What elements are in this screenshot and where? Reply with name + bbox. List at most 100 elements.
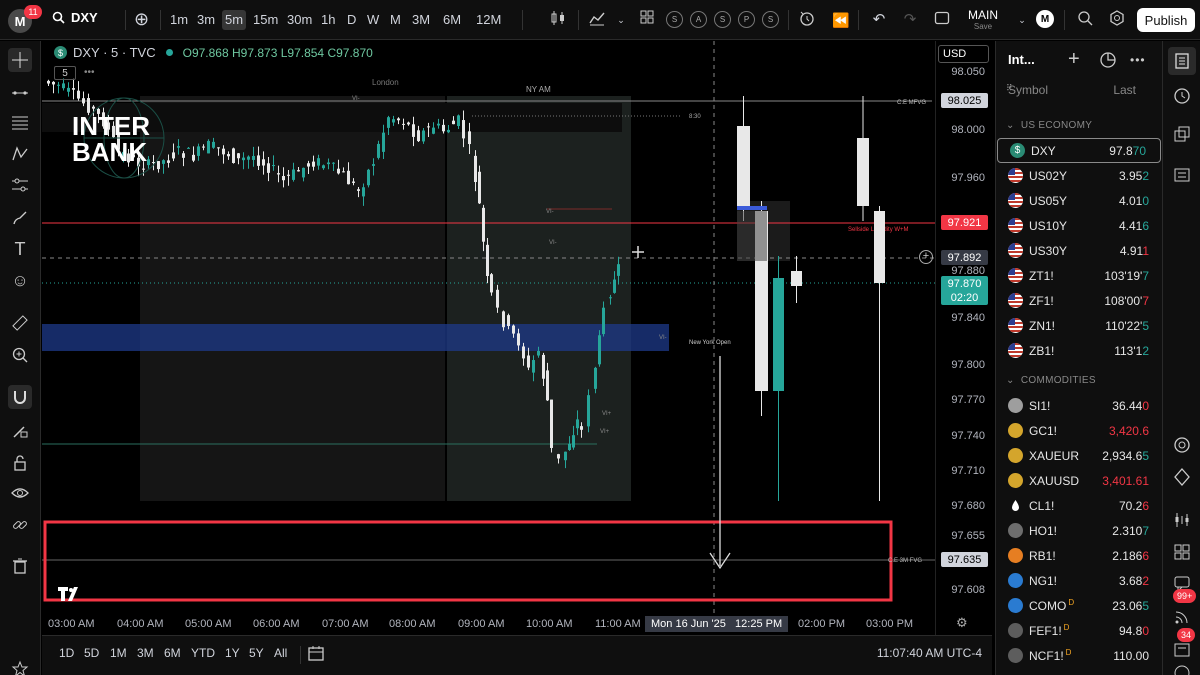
replay-s2-button[interactable]: S: [714, 11, 731, 28]
interval-1h[interactable]: 1h: [321, 10, 335, 30]
column-symbol[interactable]: Symbol: [1008, 83, 1048, 97]
brush-icon[interactable]: [8, 206, 32, 230]
replay-icon[interactable]: ⏪: [832, 10, 850, 30]
add-alert-plus-icon[interactable]: +: [919, 250, 933, 264]
watchlist-row[interactable]: ZB1! 113'12: [996, 338, 1163, 363]
favorites-star-icon[interactable]: [8, 657, 32, 675]
screener-icon[interactable]: [1172, 542, 1192, 562]
watchlist-row[interactable]: ZT1! 103'19'7: [996, 263, 1163, 288]
help-icon[interactable]: [1172, 663, 1192, 675]
time-axis[interactable]: 03:00 AM 04:00 AM 05:00 AM 06:00 AM 07:0…: [42, 613, 935, 635]
add-symbol-plus-icon[interactable]: +: [1068, 48, 1080, 71]
interval-w[interactable]: W: [367, 10, 379, 30]
pine-editor-icon[interactable]: [1172, 467, 1192, 487]
range-1m[interactable]: 1M: [110, 646, 127, 660]
section-us-economy[interactable]: ⌄ US ECONOMY: [1006, 120, 1092, 131]
replay-p-button[interactable]: P: [738, 11, 755, 28]
hotlist-icon[interactable]: [1172, 165, 1192, 185]
interval-30m[interactable]: 30m: [287, 10, 312, 30]
watchlist-row[interactable]: GC1! 3,420.6: [996, 418, 1163, 443]
pattern-icon[interactable]: [8, 142, 32, 166]
candles-icon[interactable]: [549, 10, 567, 30]
watchlist-row[interactable]: RB1! 2.1866: [996, 543, 1163, 568]
eye-icon[interactable]: [8, 481, 32, 505]
user-menu-avatar[interactable]: M: [1036, 10, 1054, 28]
interval-5m[interactable]: 5m: [222, 10, 247, 30]
watchlist-icon[interactable]: [1168, 47, 1196, 75]
watchlist-row[interactable]: FEF1! D 94.80: [996, 618, 1163, 643]
ruler-icon[interactable]: [8, 311, 32, 335]
fib-retracement-icon[interactable]: [8, 111, 32, 135]
watchlist-row[interactable]: HO1! 2.3107: [996, 518, 1163, 543]
replay-s-button[interactable]: S: [666, 11, 683, 28]
indicator-pill[interactable]: 5: [54, 66, 76, 80]
watchlist-row[interactable]: NG1! 3.682: [996, 568, 1163, 593]
price-axis[interactable]: 98.050 98.000 97.960 97.880 97.840 97.80…: [935, 41, 992, 635]
watchlist-row[interactable]: SI1! 36.440: [996, 393, 1163, 418]
interval-d[interactable]: D: [347, 10, 356, 30]
indicators-icon[interactable]: [588, 10, 606, 30]
interval-15m[interactable]: 15m: [253, 10, 278, 30]
alerts-clock-icon[interactable]: [1172, 86, 1192, 106]
watchlist-title[interactable]: Int...: [1008, 52, 1035, 67]
magnet-icon[interactable]: [8, 385, 32, 409]
range-6m[interactable]: 6M: [164, 646, 181, 660]
trend-line-icon[interactable]: [8, 81, 32, 105]
more-dots-icon[interactable]: •••: [84, 67, 95, 78]
chart-settings-gear-icon[interactable]: ⚙: [956, 615, 970, 630]
watchlist-row[interactable]: ZF1! 108'00'7: [996, 288, 1163, 313]
range-all[interactable]: All: [274, 646, 287, 660]
trash-icon[interactable]: [8, 554, 32, 578]
watchlist-row[interactable]: US02Y 3.952: [996, 163, 1163, 188]
advanced-view-icon[interactable]: [1099, 51, 1117, 72]
link-icon[interactable]: [8, 513, 32, 537]
interval-m[interactable]: M: [390, 10, 401, 30]
zoom-in-icon[interactable]: [8, 343, 32, 367]
range-3m[interactable]: 3M: [137, 646, 154, 660]
watchlist-row[interactable]: US10Y 4.416: [996, 213, 1163, 238]
currency-select[interactable]: USD: [938, 45, 989, 63]
watchlist-row[interactable]: XAUUSD 3,401.61: [996, 468, 1163, 493]
layout-grid-icon[interactable]: [638, 10, 656, 30]
watchlist-row[interactable]: NCF1! D 110.00: [996, 643, 1163, 668]
watchlist-row[interactable]: CL1! 70.26: [996, 493, 1163, 518]
range-5y[interactable]: 5Y: [249, 646, 264, 660]
column-last[interactable]: Last: [1113, 83, 1136, 97]
watchlist-row[interactable]: US05Y 4.010: [996, 188, 1163, 213]
replay-s3-button[interactable]: S: [762, 11, 779, 28]
redo-icon[interactable]: ↷: [901, 10, 919, 30]
settings-gear-icon[interactable]: [1108, 10, 1126, 30]
compare-add-icon[interactable]: ⊕: [134, 10, 149, 30]
interval-3m[interactable]: 3m: [197, 10, 215, 30]
symbol-legend[interactable]: $ DXY · 5 · TVC O97.868 H97.873 L97.854 …: [54, 45, 373, 60]
range-1d[interactable]: 1D: [59, 646, 74, 660]
quick-search-icon[interactable]: [1076, 10, 1094, 30]
lock-icon[interactable]: [8, 451, 32, 475]
watchlist-row[interactable]: ZN1! 110'22'5: [996, 313, 1163, 338]
layout-name-button[interactable]: MAIN Save: [968, 9, 998, 33]
watchlist-row[interactable]: COMO D 23.065: [996, 593, 1163, 618]
alert-clock-icon[interactable]: [798, 10, 816, 30]
crosshair-cursor-icon[interactable]: [8, 48, 32, 72]
chart-pane[interactable]: LondonNY AM8:30C.E MFVGSellside Liquidit…: [42, 41, 992, 635]
goto-date-icon[interactable]: [307, 644, 325, 665]
interval-12m[interactable]: 12M: [476, 10, 501, 30]
fullscreen-box-icon[interactable]: [933, 10, 951, 30]
publish-button[interactable]: Publish: [1137, 8, 1195, 32]
interval-1m[interactable]: 1m: [170, 10, 188, 30]
prediction-tools-icon[interactable]: [8, 173, 32, 197]
drawing-lock-pen-icon[interactable]: [8, 419, 32, 443]
chevron-down-icon[interactable]: ⌄: [1016, 10, 1028, 30]
interval-6m[interactable]: 6M: [443, 10, 461, 30]
signal-broadcast-icon[interactable]: [1172, 607, 1192, 627]
section-commodities[interactable]: ⌄ COMMODITIES: [1006, 375, 1096, 386]
chevron-down-icon[interactable]: ⌄: [614, 10, 628, 30]
target-icon[interactable]: [1172, 435, 1192, 455]
watchlist-row[interactable]: US30Y 4.911: [996, 238, 1163, 263]
more-options-icon[interactable]: •••: [1130, 53, 1146, 67]
watchlist-row[interactable]: $ DXY 97.870: [997, 138, 1161, 163]
range-5d[interactable]: 5D: [84, 646, 99, 660]
watchlist-row[interactable]: XAUEUR 2,934.65: [996, 443, 1163, 468]
timezone-clock[interactable]: 11:07:40 AM UTC-4: [877, 646, 982, 660]
undo-icon[interactable]: ↶: [870, 10, 888, 30]
